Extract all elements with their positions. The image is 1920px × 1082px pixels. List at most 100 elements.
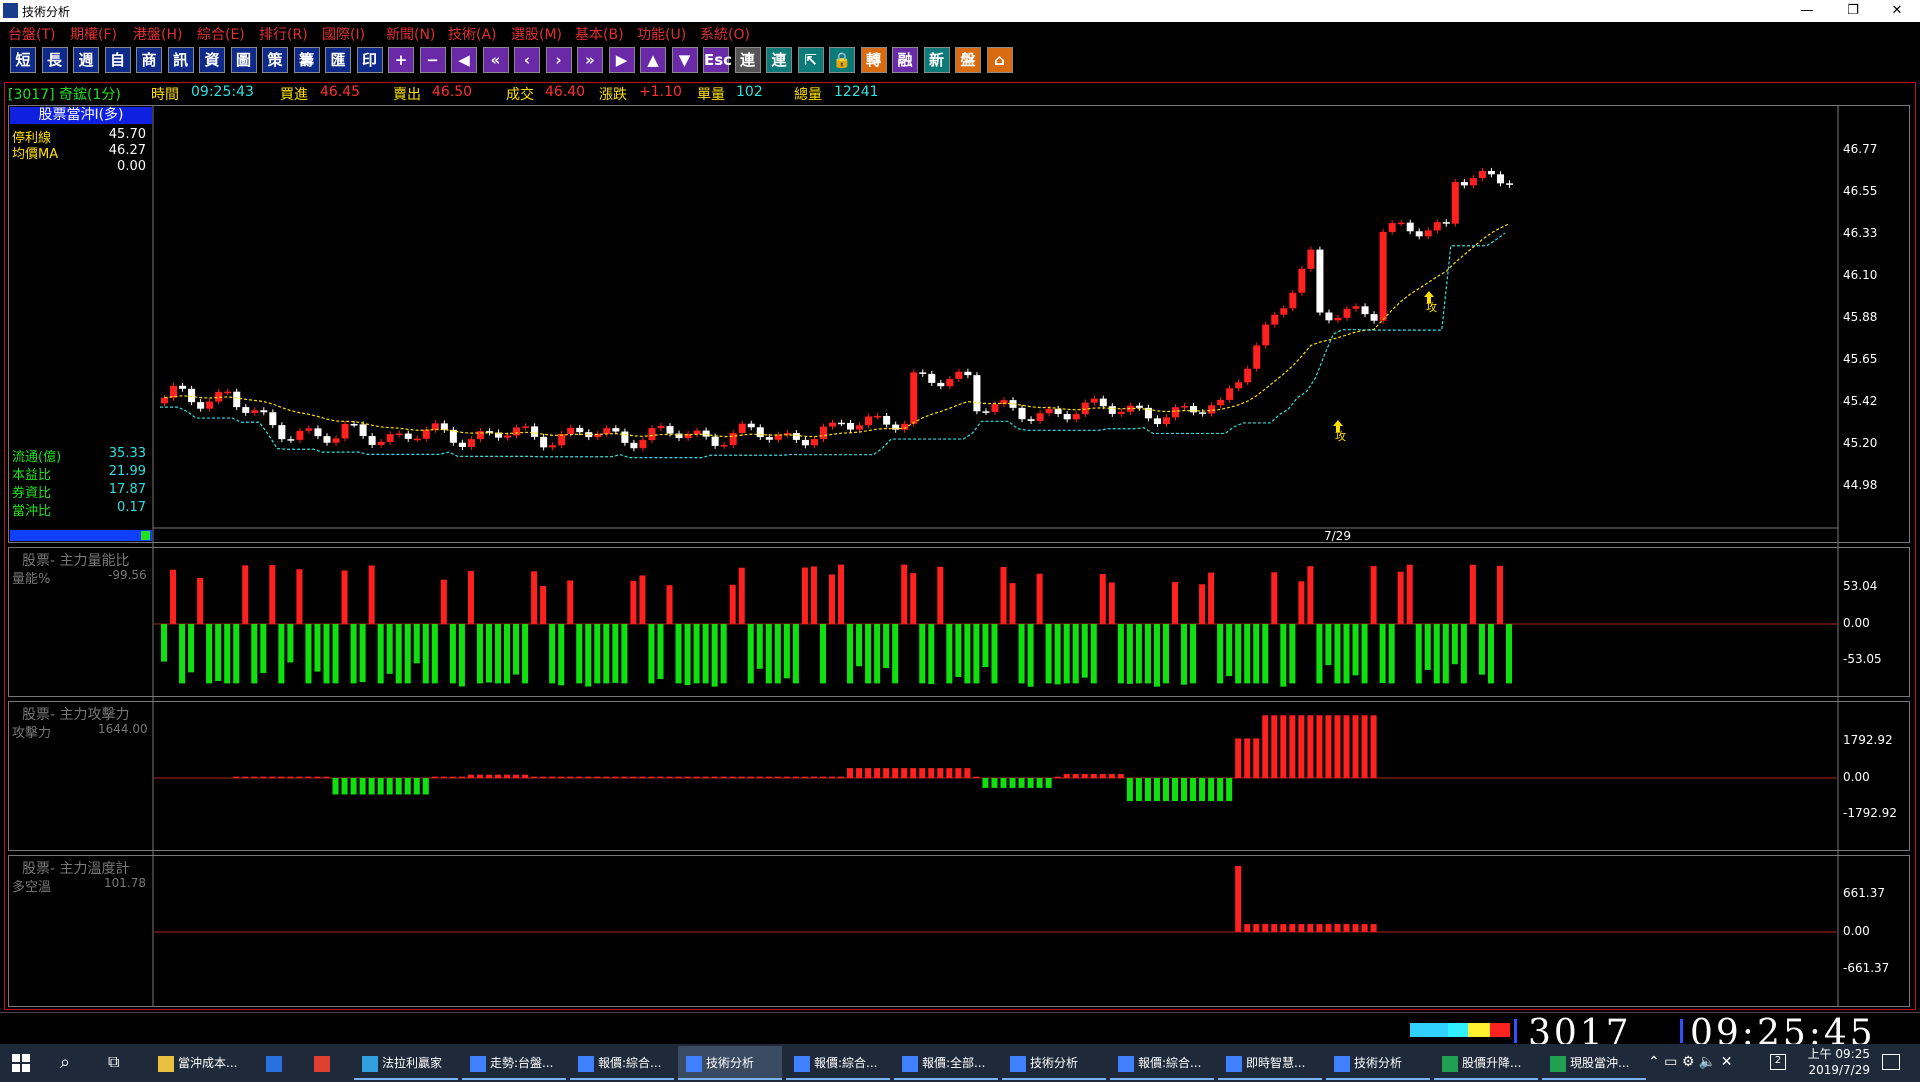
candle-body — [323, 436, 331, 443]
attack-bar — [774, 776, 781, 778]
energy-bar — [522, 624, 529, 684]
chart-canvas[interactable]: 攻攻 — [0, 0, 1920, 1012]
candle-body — [404, 433, 412, 439]
energy-bar — [865, 624, 872, 684]
energy-bar — [494, 624, 502, 684]
taskbar-item-13[interactable]: 股價升降... — [1434, 1046, 1538, 1080]
ime-icon[interactable]: 2 — [1770, 1054, 1786, 1070]
status-bar: 3017 09:25:45 — [0, 1012, 1920, 1054]
candle-body — [377, 441, 385, 445]
taskbar-app-icon — [578, 1055, 594, 1072]
energy-bar — [874, 624, 881, 684]
candle-body — [711, 436, 719, 446]
energy-bar — [1162, 624, 1169, 684]
candle-body — [1027, 419, 1035, 421]
attack-marker-label: 攻 — [1335, 429, 1346, 443]
energy-bar — [1171, 582, 1179, 624]
taskbar-item-1[interactable] — [258, 1046, 302, 1080]
attack-bar — [314, 776, 321, 778]
energy-bar — [892, 624, 899, 684]
energy-bar — [233, 624, 240, 684]
energy-bar — [567, 580, 574, 624]
energy-bar — [1325, 624, 1332, 666]
candle-body — [883, 415, 891, 425]
energy-bar — [1361, 624, 1368, 684]
taskbar-item-10[interactable]: 報價:綜合... — [1110, 1046, 1214, 1080]
temperature-bar — [1352, 924, 1359, 932]
energy-bar — [1244, 624, 1251, 684]
taskbar-item-label: 現股當沖... — [1570, 1056, 1630, 1070]
energy-bar — [386, 624, 393, 674]
attack-bar — [955, 768, 962, 778]
energy-bar — [1442, 624, 1449, 684]
taskbar-item-2[interactable] — [306, 1046, 350, 1080]
attack-bar — [666, 776, 673, 778]
candle-body — [359, 424, 367, 437]
taskbar-app-icon — [1010, 1055, 1026, 1072]
attack-bar — [819, 776, 826, 778]
taskbar-item-0[interactable]: 當沖成本... — [150, 1046, 254, 1080]
taskbar-app-icon — [1226, 1055, 1242, 1072]
energy-bar — [621, 624, 628, 684]
taskbar-item-label: 報價:綜合... — [814, 1056, 878, 1070]
notification-icon[interactable] — [1882, 1054, 1900, 1070]
taskbar-item-4[interactable]: 走勢:台盤... — [462, 1046, 566, 1080]
candle-body — [1298, 268, 1306, 293]
energy-bar — [404, 624, 411, 684]
temperature-bar — [1298, 924, 1305, 932]
energy-bar — [603, 624, 610, 684]
attack-bar — [1262, 715, 1269, 778]
candle-body — [1289, 292, 1297, 309]
tray-icons[interactable]: ⌃ ▭ ⚙ 🔈 ✕ — [1648, 1054, 1732, 1070]
taskbar-item-3[interactable]: 法拉利贏家 — [354, 1046, 458, 1080]
energy-bar — [612, 624, 619, 683]
candle-body — [910, 372, 918, 424]
candle-body — [1244, 368, 1252, 383]
candle-body — [197, 402, 205, 409]
attack-ylabel-bot: -1792.92 — [1843, 806, 1897, 820]
energy-bar — [693, 624, 700, 684]
candle-body — [1063, 414, 1071, 420]
temperature-bar — [1370, 924, 1377, 932]
windows-start-icon[interactable] — [12, 1054, 30, 1072]
attack-bar — [278, 776, 285, 778]
taskbar-item-8[interactable]: 報價:全部... — [894, 1046, 998, 1080]
taskbar-item-label: 報價:綜合... — [1138, 1056, 1202, 1070]
taskbar-item-6[interactable]: 技術分析 — [678, 1046, 782, 1080]
attack-bar — [449, 776, 456, 778]
taskbar-item-14[interactable]: 現股當沖... — [1542, 1046, 1646, 1080]
taskbar-app-icon — [902, 1055, 918, 1072]
taskbar-app-icon — [158, 1055, 174, 1072]
taskbar-item-5[interactable]: 報價:綜合... — [570, 1046, 674, 1080]
candle-body — [305, 428, 313, 431]
energy-bar — [648, 624, 655, 684]
energy-bar — [1226, 624, 1233, 677]
taskbar-item-11[interactable]: 即時智慧... — [1218, 1046, 1322, 1080]
candle-body — [531, 426, 539, 437]
energy-bar — [594, 624, 601, 684]
attack-bar — [810, 776, 817, 778]
attack-bar — [458, 776, 465, 778]
clock[interactable]: 上午 09:25 2019/7/29 — [1808, 1046, 1870, 1078]
attack-bar — [1343, 715, 1350, 778]
taskbar-item-label: 報價:綜合... — [598, 1056, 662, 1070]
energy-bar — [1289, 624, 1296, 684]
attack-bar — [847, 768, 854, 778]
task-view-icon[interactable]: ⧉ — [108, 1052, 119, 1072]
attack-bar — [1271, 715, 1278, 778]
candle-body — [1505, 183, 1513, 185]
temperature-bar — [1325, 924, 1332, 932]
energy-bar — [955, 624, 962, 678]
energy-bar — [1217, 624, 1224, 684]
attack-bar — [1370, 715, 1377, 778]
taskbar-item-12[interactable]: 技術分析 — [1326, 1046, 1430, 1080]
candle-body — [1117, 411, 1125, 414]
taskbar-item-7[interactable]: 報價:綜合... — [786, 1046, 890, 1080]
energy-bar — [332, 624, 339, 684]
search-icon[interactable]: ⌕ — [60, 1052, 70, 1073]
attack-bar — [485, 774, 492, 778]
energy-bar — [1478, 624, 1485, 675]
candle-body — [1361, 306, 1369, 315]
taskbar-item-9[interactable]: 技術分析 — [1002, 1046, 1106, 1080]
energy-bar — [937, 566, 944, 624]
